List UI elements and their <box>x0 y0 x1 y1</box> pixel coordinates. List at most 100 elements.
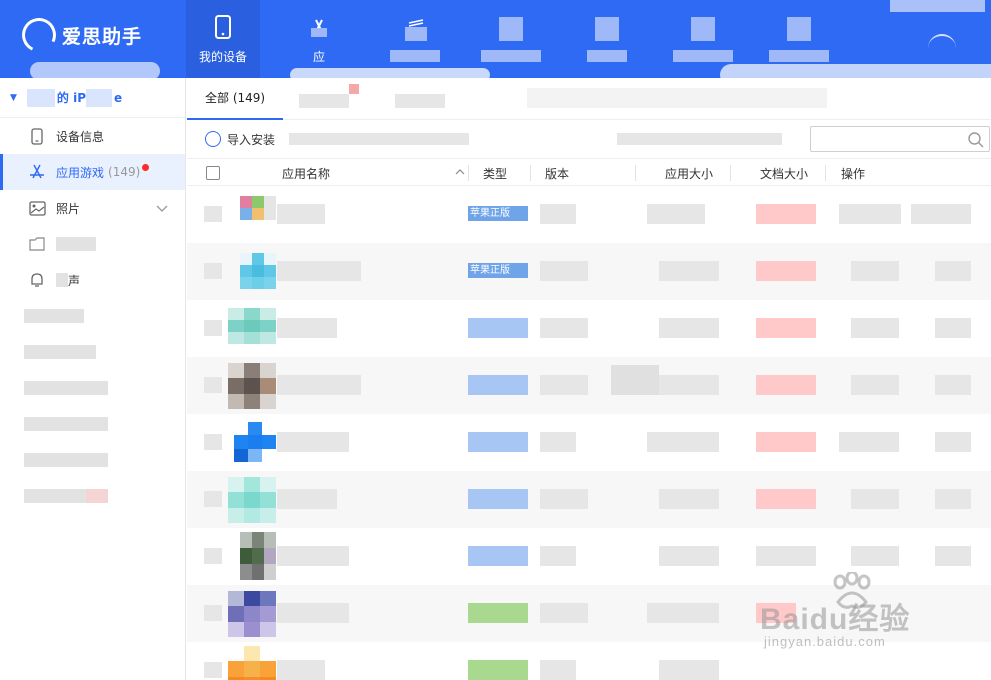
sidebar-item-11[interactable] <box>0 478 185 514</box>
version-value <box>540 603 588 623</box>
table-row[interactable] <box>187 471 991 528</box>
row-checkbox[interactable] <box>204 434 222 450</box>
select-all-checkbox[interactable] <box>206 166 220 180</box>
watermark-text: Baidu经验 <box>760 603 911 636</box>
blurred-tab[interactable] <box>299 94 349 108</box>
column-divider <box>635 165 636 181</box>
blurred-label <box>481 50 541 62</box>
search-icon[interactable] <box>967 131 985 149</box>
blurred-tab[interactable] <box>395 94 445 108</box>
action-buttons[interactable] <box>851 318 899 338</box>
phone-outline-icon <box>28 127 46 145</box>
sidebar-item-device-info[interactable]: 设备信息 <box>0 118 185 154</box>
table-row[interactable] <box>187 414 991 471</box>
type-tag <box>468 489 528 509</box>
caret-down-icon[interactable]: ▼ <box>10 93 17 103</box>
sidebar-item-apps-games[interactable]: 应用游戏 (149) <box>0 154 185 190</box>
action-buttons[interactable] <box>851 489 899 509</box>
row-checkbox[interactable] <box>204 263 222 279</box>
nav-item-ringtones[interactable] <box>378 0 452 78</box>
logo-icon <box>17 13 61 57</box>
row-checkbox[interactable] <box>204 605 222 621</box>
toolbar: 导入安装 <box>187 120 991 158</box>
type-tag-label: 苹果正版 <box>470 265 510 276</box>
app-name <box>277 261 361 281</box>
row-checkbox[interactable] <box>204 491 222 507</box>
table-row[interactable]: 苹果正版 <box>187 243 991 300</box>
device-header[interactable]: ▼ 的 iP e <box>0 78 185 118</box>
action-buttons[interactable] <box>851 261 899 281</box>
nav-label: 我的设备 <box>198 49 247 64</box>
column-header-name[interactable]: 应用名称 <box>282 165 330 182</box>
nav-label: 应 <box>312 49 325 64</box>
doc-size-value <box>756 318 816 338</box>
chevron-down-icon[interactable] <box>156 202 168 216</box>
logo-text: 爱思助手 <box>62 25 143 48</box>
sidebar-item-10[interactable] <box>0 442 185 478</box>
action-buttons[interactable] <box>935 261 971 281</box>
nav-item-apps[interactable]: 应 <box>282 0 356 78</box>
row-checkbox[interactable] <box>204 662 222 678</box>
app-logo: 爱思助手 <box>17 13 143 57</box>
action-buttons[interactable] <box>851 546 899 566</box>
blurred-badge <box>349 84 359 94</box>
tab-all[interactable]: 全部 (149) <box>187 78 284 120</box>
app-icon <box>228 646 276 680</box>
sidebar-item-4[interactable] <box>0 226 185 262</box>
table-row[interactable]: 苹果正版 <box>187 186 991 243</box>
row-checkbox[interactable] <box>204 206 222 222</box>
import-install-button[interactable]: 导入安装 <box>205 131 275 148</box>
search-input[interactable] <box>810 126 990 152</box>
action-buttons[interactable] <box>935 375 971 395</box>
app-icon <box>228 363 276 409</box>
column-header-doc-size[interactable]: 文档大小 <box>760 165 808 182</box>
column-header-app-size[interactable]: 应用大小 <box>665 165 713 182</box>
action-buttons[interactable] <box>839 432 899 452</box>
doc-size-value <box>756 432 816 452</box>
type-tag <box>468 318 528 338</box>
app-icon <box>228 591 276 637</box>
blurred-toolbar-buttons[interactable] <box>617 133 782 145</box>
app-name <box>277 546 349 566</box>
app-icon <box>228 477 276 523</box>
table-row[interactable] <box>187 300 991 357</box>
column-header-type[interactable]: 类型 <box>483 165 507 182</box>
blurred-label <box>24 309 84 323</box>
column-divider <box>825 165 826 181</box>
action-buttons[interactable] <box>839 204 901 224</box>
version-value <box>540 660 576 680</box>
nav-item-4[interactable] <box>474 0 548 78</box>
app-name <box>277 489 337 509</box>
row-checkbox[interactable] <box>204 377 222 393</box>
action-buttons[interactable] <box>935 489 971 509</box>
row-checkbox[interactable] <box>204 320 222 336</box>
column-header-version[interactable]: 版本 <box>545 165 569 182</box>
blurred-label <box>587 50 627 62</box>
refresh-icon[interactable] <box>928 34 956 56</box>
table-row[interactable] <box>187 357 991 414</box>
version-value <box>540 375 588 395</box>
nav-item-5[interactable] <box>570 0 644 78</box>
action-buttons[interactable] <box>911 204 971 224</box>
action-buttons[interactable] <box>935 432 971 452</box>
sidebar-item-ringtones[interactable]: 声 <box>0 262 185 298</box>
sidebar-item-9[interactable] <box>0 406 185 442</box>
sidebar-item-7[interactable] <box>0 334 185 370</box>
action-buttons[interactable] <box>935 318 971 338</box>
nav-item-my-device[interactable]: 我的设备 <box>186 0 260 78</box>
action-buttons[interactable] <box>935 546 971 566</box>
type-tag-label: 苹果正版 <box>470 208 510 219</box>
blurred-label <box>24 345 96 359</box>
sidebar-item-8[interactable] <box>0 370 185 406</box>
sidebar-item-photos[interactable]: 照片 <box>0 190 185 226</box>
blurred-toolbar-buttons[interactable] <box>289 133 469 145</box>
doc-size-value <box>756 489 816 509</box>
sort-up-icon[interactable] <box>455 165 465 179</box>
action-buttons[interactable] <box>851 375 899 395</box>
doc-size-value <box>756 375 816 395</box>
row-checkbox[interactable] <box>204 548 222 564</box>
sidebar-item-6[interactable] <box>0 298 185 334</box>
type-tag <box>468 375 528 395</box>
blurred-label <box>673 50 733 62</box>
doc-size-value <box>756 261 816 281</box>
